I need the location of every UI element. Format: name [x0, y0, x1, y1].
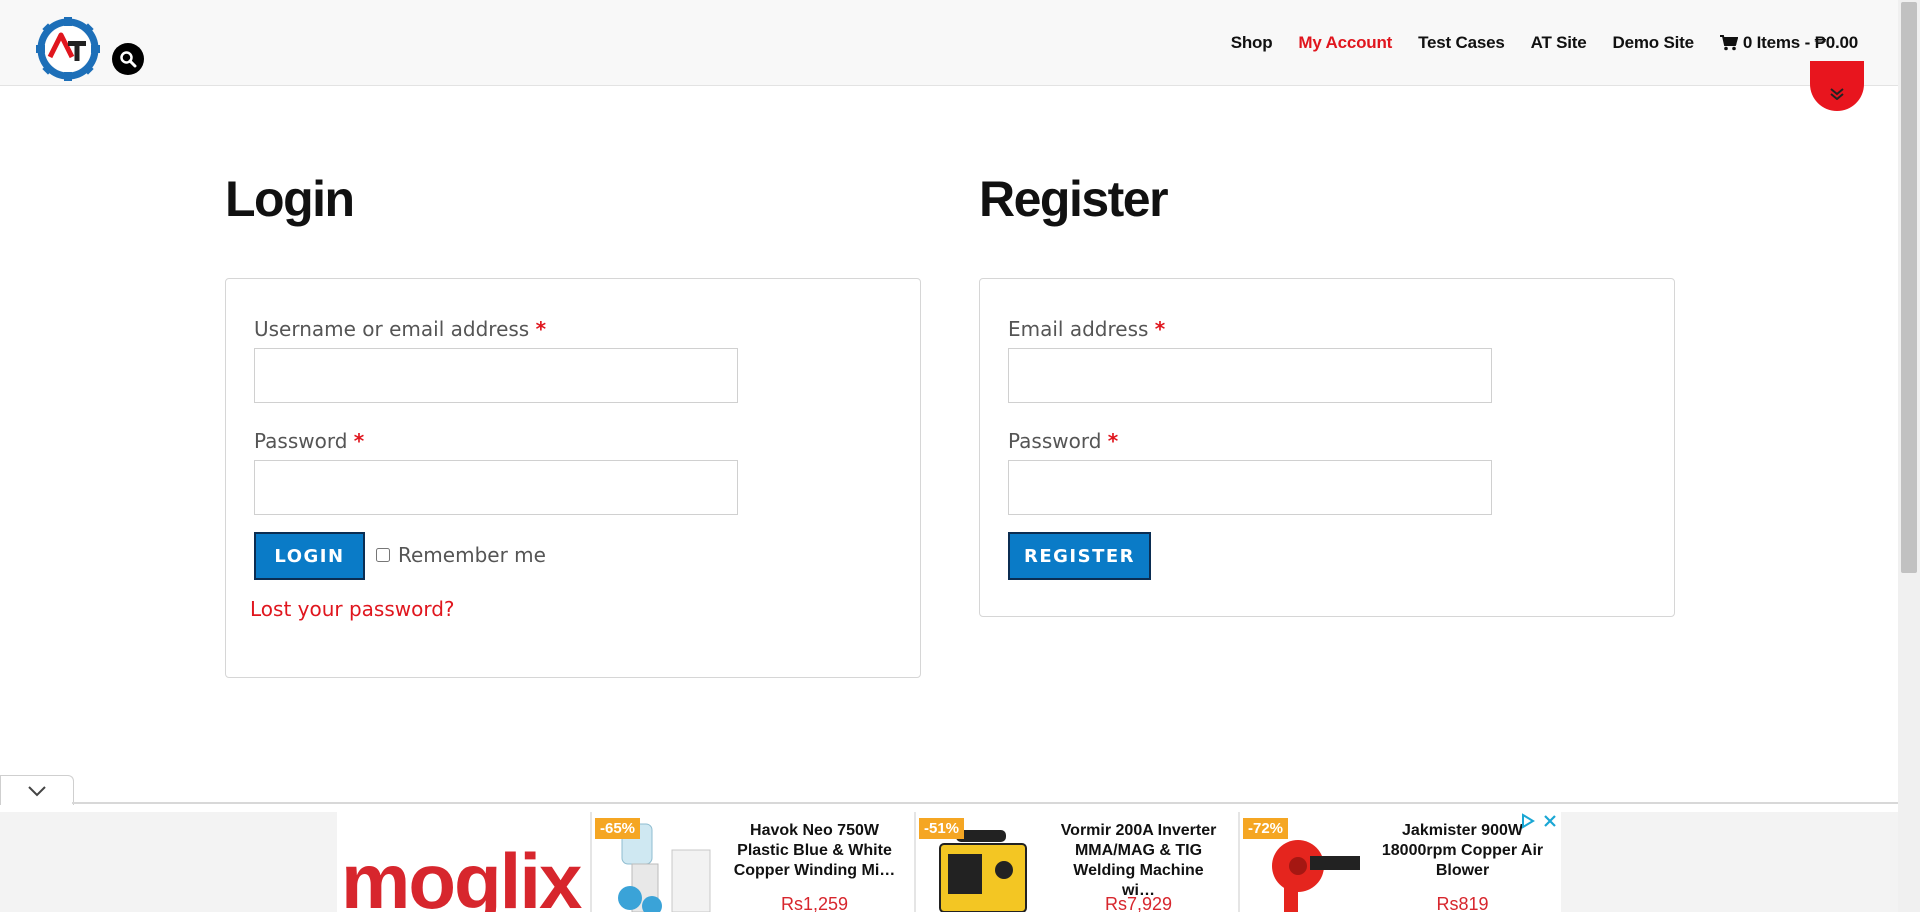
register-password-input[interactable] — [1008, 460, 1492, 515]
discount-badge: -72% — [1243, 818, 1289, 839]
nav-cart[interactable]: 0 Items - ₱0.00 — [1719, 33, 1858, 53]
required-mark: * — [535, 317, 547, 341]
login-button[interactable]: LOGIN — [254, 532, 365, 580]
ad-choices-icon[interactable] — [1520, 813, 1536, 829]
register-button[interactable]: REGISTER — [1008, 532, 1151, 580]
required-mark: * — [1107, 429, 1119, 453]
ad-product-price: Rs819 — [1436, 894, 1489, 912]
header-toggle-button[interactable] — [1810, 61, 1864, 111]
discount-badge: -51% — [919, 818, 965, 839]
email-label: Email address * — [1008, 317, 1166, 341]
ad-product-card[interactable]: -65% Havok Neo 750W Plastic Blue & White… — [590, 812, 912, 912]
cart-icon — [1719, 35, 1738, 51]
login-heading: Login — [225, 171, 355, 227]
nav-test-cases[interactable]: Test Cases — [1418, 33, 1505, 53]
lost-password-link[interactable]: Lost your password? — [250, 597, 455, 621]
ad-product-name: Jakmister 900W 18000rpm Copper Air Blowe… — [1381, 822, 1544, 879]
close-icon[interactable] — [1542, 813, 1558, 829]
username-label: Username or email address * — [254, 317, 547, 341]
cart-summary: 0 Items - ₱0.00 — [1742, 33, 1858, 52]
login-form: Username or email address * Password * L… — [225, 278, 921, 678]
site-header: Shop My Account Test Cases AT Site Demo … — [0, 0, 1898, 86]
discount-badge: -65% — [595, 818, 641, 839]
page-scrollbar[interactable] — [1898, 0, 1920, 912]
ad-product-name: Havok Neo 750W Plastic Blue & White Copp… — [733, 822, 896, 879]
ad-collapse-tab[interactable] — [0, 775, 74, 805]
ad-product-card[interactable]: -51% Vormir 200A Inverter MMA/MAG & TIG … — [914, 812, 1236, 912]
nav-my-account[interactable]: My Account — [1298, 33, 1392, 53]
login-password-label: Password * — [254, 429, 365, 453]
remember-me[interactable]: Remember me — [376, 543, 546, 567]
nav-at-site[interactable]: AT Site — [1531, 33, 1587, 53]
remember-me-label: Remember me — [398, 543, 546, 567]
ad-controls — [1520, 813, 1558, 829]
ad-product-name: Vormir 200A Inverter MMA/MAG & TIG Weldi… — [1060, 822, 1217, 899]
ad-brand-logo[interactable]: moglix — [341, 842, 582, 912]
remember-me-checkbox[interactable] — [376, 548, 390, 562]
main-nav: Shop My Account Test Cases AT Site Demo … — [1231, 33, 1859, 53]
search-button[interactable] — [112, 43, 144, 75]
required-mark: * — [1154, 317, 1166, 341]
register-email-input[interactable] — [1008, 348, 1492, 403]
ad-product-price: Rs1,259 — [780, 894, 849, 912]
chevron-down-icon — [28, 785, 46, 796]
login-password-input[interactable] — [254, 460, 738, 515]
ad-banner[interactable]: moglix -65% Havok Neo 750W Plastic Blue … — [337, 812, 1561, 912]
scrollbar-thumb[interactable] — [1901, 2, 1917, 573]
ad-product-price: Rs7,929 — [1104, 894, 1173, 912]
nav-demo-site[interactable]: Demo Site — [1613, 33, 1695, 53]
ad-product-card[interactable]: -72% Jakmister 900W 18000rpm Copper Air … — [1238, 812, 1560, 912]
register-heading: Register — [979, 171, 1169, 227]
register-password-label: Password * — [1008, 429, 1119, 453]
required-mark: * — [353, 429, 365, 453]
ad-divider — [72, 802, 1898, 804]
double-chevron-down-icon — [1830, 88, 1844, 100]
nav-shop[interactable]: Shop — [1231, 33, 1273, 53]
search-icon — [120, 51, 137, 68]
site-logo-icon[interactable] — [36, 17, 100, 81]
register-form: Email address * Password * REGISTER — [979, 278, 1675, 617]
username-input[interactable] — [254, 348, 738, 403]
